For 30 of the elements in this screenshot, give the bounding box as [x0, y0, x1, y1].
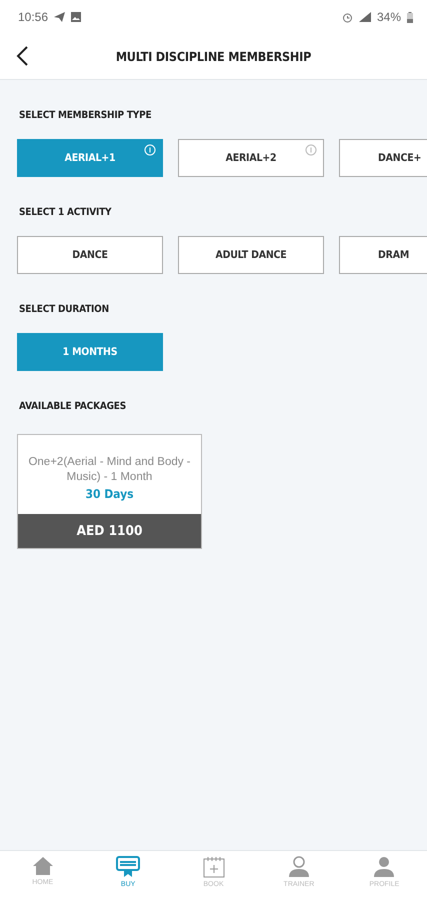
package-card[interactable]: One+2(Aerial - Mind and Body - Music) - 1 Month 30 Days AED 1100 — [17, 434, 202, 549]
option-button[interactable]: DRAM — [339, 236, 427, 274]
alarm-icon — [342, 12, 353, 22]
section-label: SELECT DURATION — [19, 304, 110, 315]
option-button[interactable]: 1 MONTHS — [17, 333, 163, 371]
calendar-icon — [202, 856, 225, 878]
section-label: AVAILABLE PACKAGES — [19, 401, 128, 412]
option-button[interactable]: DANCE — [17, 236, 163, 274]
house-icon — [32, 856, 54, 876]
package-price: AED 1100 — [18, 514, 201, 548]
option-button[interactable]: AERIAL+2 — [178, 139, 324, 177]
person-icon — [288, 856, 310, 878]
battery-icon — [407, 12, 413, 22]
send-icon — [54, 12, 66, 22]
section-label: SELECT MEMBERSHIP TYPE — [19, 110, 152, 121]
package-duration: 30 Days — [84, 487, 135, 503]
option-button[interactable]: AERIAL+1 — [17, 139, 163, 177]
ticket-icon — [116, 856, 140, 878]
user-icon — [373, 856, 396, 878]
status-time: 10:56 — [18, 10, 48, 24]
option-button[interactable]: DANCE+ — [339, 139, 427, 177]
option-button[interactable]: ADULT DANCE — [178, 236, 324, 274]
page-title: MULTI DISCIPLINE MEMBERSHIP — [114, 49, 312, 64]
signal-icon — [358, 12, 371, 22]
info-icon[interactable] — [305, 144, 317, 156]
battery-percent: 34% — [376, 10, 401, 24]
package-name: One+2(Aerial - Mind and Body - Music) - 1 Month — [27, 455, 192, 485]
back-button[interactable] — [14, 44, 30, 68]
image-icon — [71, 12, 82, 22]
section-label: SELECT 1 ACTIVITY — [19, 207, 112, 218]
